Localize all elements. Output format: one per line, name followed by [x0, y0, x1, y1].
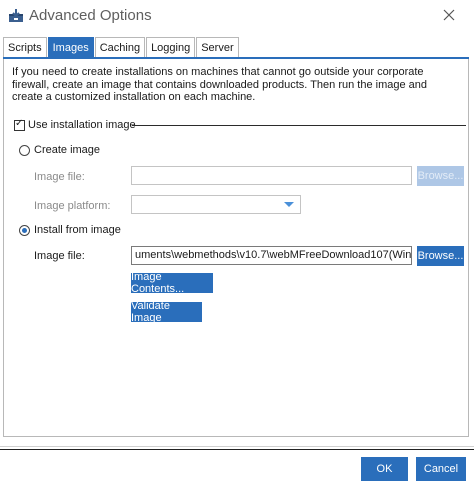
image-contents-button[interactable]: Image Contents...: [131, 271, 213, 295]
tab-server[interactable]: Server: [196, 37, 239, 57]
close-button[interactable]: [436, 4, 462, 28]
tab-images[interactable]: Images: [47, 37, 94, 57]
create-image-label: Create image: [34, 144, 101, 156]
tab-scripts[interactable]: Scripts: [3, 37, 47, 57]
checkmark-icon: ✓: [15, 118, 24, 129]
images-panel: If you need to create installations on m…: [3, 59, 469, 437]
tab-caching[interactable]: Caching: [94, 37, 146, 57]
install-browse-button[interactable]: Browse...: [417, 246, 464, 266]
ok-button[interactable]: OK: [361, 457, 408, 481]
chevron-down-icon: [284, 202, 294, 207]
create-browse-button[interactable]: Browse...: [417, 166, 464, 186]
description-text: If you need to create installations on m…: [12, 66, 427, 103]
image-platform-label: Image platform:: [34, 200, 111, 212]
use-image-label: Use installation image: [28, 119, 136, 131]
create-image-file-label: Image file:: [34, 171, 85, 183]
image-platform-select[interactable]: [131, 195, 301, 214]
title-bar: Advanced Options: [0, 0, 474, 32]
install-from-image-radio[interactable]: [19, 225, 30, 236]
tab-bar: Scripts Images Caching Logging Server: [3, 37, 240, 57]
use-image-checkbox[interactable]: ✓: [14, 118, 25, 131]
install-image-file-label: Image file:: [34, 250, 85, 262]
create-image-file-input[interactable]: [131, 166, 412, 185]
footer-divider: [0, 446, 474, 447]
install-from-image-label: Install from image: [34, 224, 121, 236]
tab-logging[interactable]: Logging: [146, 37, 196, 57]
install-image-file-input[interactable]: uments\webmethods\v10.7\webMFreeDownload…: [131, 246, 412, 265]
installer-icon: [8, 8, 24, 24]
close-icon: [443, 9, 455, 24]
section-separator: [132, 125, 466, 126]
validate-image-button[interactable]: Validate Image: [131, 300, 202, 324]
radio-selected-dot: [22, 228, 27, 233]
footer-border: [0, 449, 474, 450]
cancel-button[interactable]: Cancel: [416, 457, 466, 481]
create-image-radio[interactable]: [19, 145, 30, 156]
window-title: Advanced Options: [29, 7, 152, 24]
